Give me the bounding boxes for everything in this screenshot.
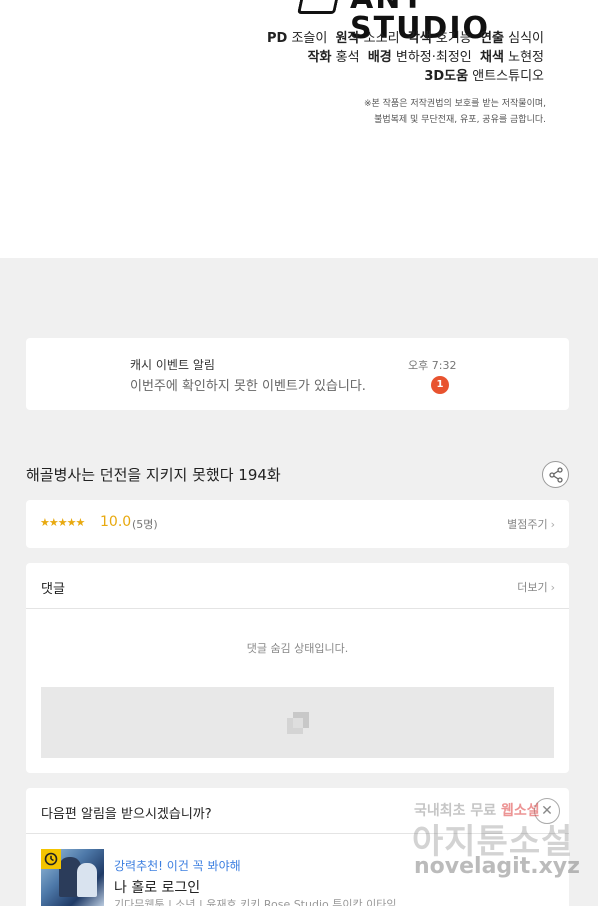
comments-title: 댓글 (41, 582, 65, 597)
notification-title: 캐시 이벤트 알림 (130, 358, 215, 372)
notification-body: 이번주에 확인하지 못한 이벤트가 있습니다. (130, 379, 366, 394)
chevron-right-icon: › (550, 518, 555, 531)
credits-panel: ANT STUDIO PD 조슬이 원작 소소리 각색 호기능 연출 심식이 작… (0, 0, 598, 258)
rate-button[interactable]: 별점주기 › (507, 516, 555, 532)
recommendation-tag: 강력추천! 이건 꼭 봐야해 (114, 859, 241, 873)
comments-header: 댓글 더보기 › (26, 563, 569, 609)
credit-line-1: PD 조슬이 원작 소소리 각색 호기능 연출 심식이 (266, 31, 544, 46)
site-watermark: 국내최초 무료 웹소설 아지툰소설 novelagit.xyz (410, 800, 585, 890)
chevron-right-icon: › (550, 581, 555, 594)
share-icon (549, 467, 563, 483)
comments-section: 댓글 더보기 › 댓글 숨김 상태입니다. (26, 563, 569, 773)
ad-placeholder[interactable] (41, 687, 554, 758)
image-placeholder-icon (287, 712, 309, 734)
notification-time: 오후 7:32 (408, 359, 457, 372)
alert-question: 다음편 알림을 받으시겠습니까? (41, 807, 212, 822)
copyright-notice-line-2: 불법복제 및 무단전재, 유포, 공유를 금합니다. (374, 115, 546, 125)
rating-score: 10.0 (100, 514, 132, 530)
cash-event-notification[interactable]: 캐시 이벤트 알림 이번주에 확인하지 못한 이벤트가 있습니다. 오후 7:3… (26, 338, 569, 410)
notification-count-badge: 1 (431, 376, 449, 394)
clock-icon (44, 852, 58, 866)
recommendation-title[interactable]: 나 홀로 로그인 (114, 877, 200, 897)
copyright-notice-line-1: ※본 작품은 저작권법의 보호를 받는 저작물이며, (363, 99, 546, 109)
rate-button-label: 별점주기 (507, 518, 548, 531)
comments-hidden-message: 댓글 숨김 상태입니다. (246, 642, 349, 655)
rating-stars: ★★★★★ (40, 516, 85, 529)
share-button[interactable] (542, 461, 569, 488)
credit-line-3: 3D도움 앤트스튜디오 (424, 69, 544, 84)
recommendation-meta: 기다무웹툰 | 소년 | 윤재호,키키,Rose Studio,투이칸,이타임 (114, 898, 397, 906)
rating-vote-count: (5명) (132, 518, 158, 531)
comments-more-button[interactable]: 더보기 › (517, 579, 555, 595)
more-button-label: 더보기 (517, 581, 548, 594)
credit-line-2: 작화 홍석 배경 변하정·최정인 채색 노현정 (307, 50, 544, 65)
studio-logo: ANT STUDIO (297, 0, 550, 44)
thumbnail-figure (77, 863, 97, 897)
episode-title: 해골병사는 던전을 지키지 못했다 194화 (26, 466, 281, 484)
studio-logo-mark (297, 0, 341, 14)
wait-free-badge (41, 849, 61, 869)
rating-card: ★★★★★ 10.0 (5명) 별점주기 › (26, 500, 569, 548)
watermark-line-3: novelagit.xyz (414, 854, 580, 879)
